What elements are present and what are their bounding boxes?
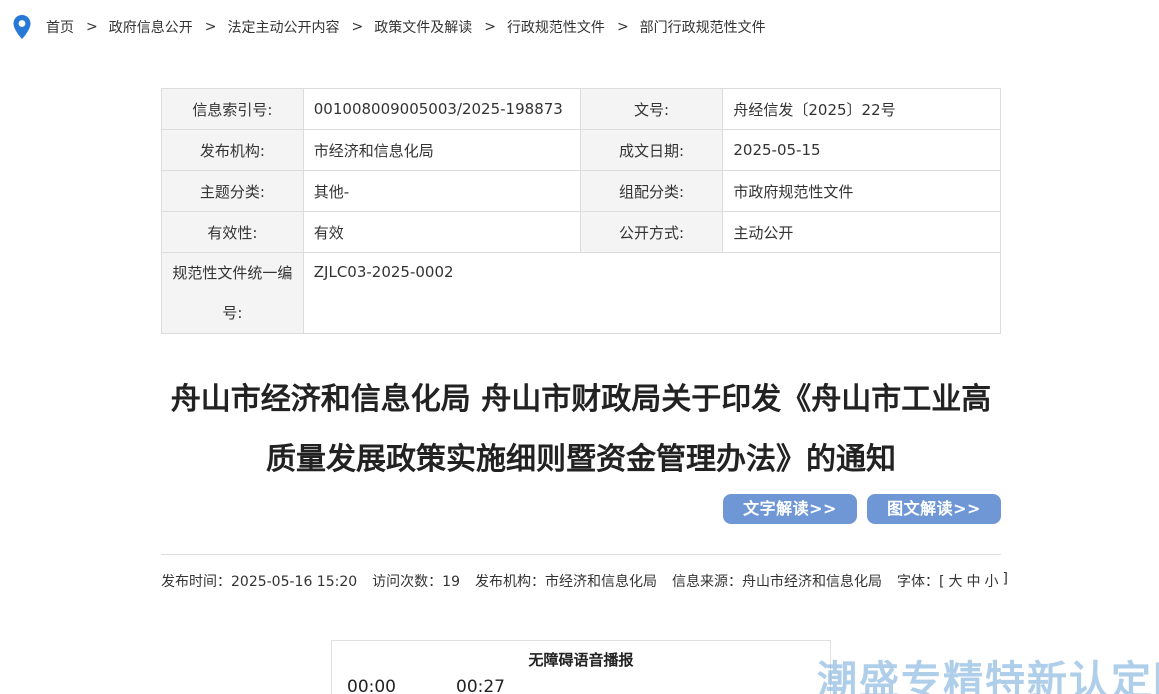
org-label: 发布机构: xyxy=(161,129,304,171)
breadcrumb-separator: > xyxy=(484,19,496,35)
audio-player: 无障碍语音播报 00:00 00:27 xyxy=(331,640,831,694)
date-label: 成文日期: xyxy=(579,129,724,171)
publish-info-bar: 发布时间：2025-05-16 15:20 访问次数：19 发布机构：市经济和信… xyxy=(161,571,1008,591)
text-interpretation-button[interactable]: 文字解读>> xyxy=(723,494,857,524)
page: 首页 > 政府信息公开 > 法定主动公开内容 > 政策文件及解读 > 行政规范性… xyxy=(0,0,1159,694)
breadcrumb-home[interactable]: 首页 xyxy=(46,17,74,37)
visit-count: 访问次数：19 xyxy=(372,574,460,590)
title-line-1: 舟山市经济和信息化局 舟山市财政局关于印发《舟山市工业高 xyxy=(170,382,992,417)
breadcrumb: 首页 > 政府信息公开 > 法定主动公开内容 > 政策文件及解读 > 行政规范性… xyxy=(12,14,766,40)
title-line-2: 质量发展政策实施细则暨资金管理办法》的通知 xyxy=(266,442,896,477)
audio-current-time: 00:00 xyxy=(347,677,396,694)
table-row: 发布机构: 市经济和信息化局 成文日期: 2025-05-15 xyxy=(161,129,1001,171)
disclose-label: 公开方式: xyxy=(579,211,724,253)
table-row: 信息索引号: 001008009005003/2025-198873 文号: 舟… xyxy=(161,88,1001,130)
validity-value: 有效 xyxy=(302,211,581,253)
org-value: 市经济和信息化局 xyxy=(302,129,581,171)
code-label: 规范性文件统一编号: xyxy=(161,252,304,334)
document-info-table: 信息索引号: 001008009005003/2025-198873 文号: 舟… xyxy=(161,88,1002,334)
breadcrumb-gov-info[interactable]: 政府信息公开 xyxy=(109,17,193,37)
location-pin-icon xyxy=(13,15,31,39)
validity-label: 有效性: xyxy=(161,211,304,253)
breadcrumb-separator: > xyxy=(204,19,217,35)
audio-total-time: 00:27 xyxy=(456,677,505,694)
page-title: 舟山市经济和信息化局 舟山市财政局关于印发《舟山市工业高 质量发展政策实施细则暨… xyxy=(161,370,1001,490)
font-size-label: 字体：[ xyxy=(897,574,945,590)
graphic-interpretation-button[interactable]: 图文解读>> xyxy=(867,494,1001,524)
date-value: 2025-05-15 xyxy=(722,129,1001,171)
disclose-value: 主动公开 xyxy=(722,211,1001,253)
group-label: 组配分类: xyxy=(579,170,724,212)
divider xyxy=(161,554,1001,555)
breadcrumb-policy[interactable]: 政策文件及解读 xyxy=(374,17,472,37)
breadcrumb-normative[interactable]: 行政规范性文件 xyxy=(507,17,605,37)
publish-time: 发布时间：2025-05-16 15:20 xyxy=(161,574,358,590)
index-value: 001008009005003/2025-198873 xyxy=(302,88,581,130)
table-row: 主题分类: 其他- 组配分类: 市政府规范性文件 xyxy=(161,170,1001,212)
watermark: 潮盛专精特新认定网 xyxy=(817,658,1159,694)
font-size-close-bracket: ] xyxy=(1002,571,1008,587)
font-size-medium[interactable]: 中 xyxy=(966,571,980,591)
docno-value: 舟经信发〔2025〕22号 xyxy=(722,88,1001,130)
breadcrumb-statutory[interactable]: 法定主动公开内容 xyxy=(227,17,339,37)
publish-org: 发布机构：市经济和信息化局 xyxy=(475,574,657,590)
table-row: 有效性: 有效 公开方式: 主动公开 xyxy=(161,211,1001,253)
index-label: 信息索引号: xyxy=(161,88,304,130)
font-size-small[interactable]: 小 xyxy=(984,571,998,591)
breadcrumb-dept-normative[interactable]: 部门行政规范性文件 xyxy=(640,17,766,37)
table-row: 规范性文件统一编号: ZJLC03-2025-0002 xyxy=(161,252,1002,334)
info-source: 信息来源：舟山市经济和信息化局 xyxy=(672,574,882,590)
breadcrumb-separator: > xyxy=(86,19,98,35)
audio-title: 无障碍语音播报 xyxy=(528,651,634,669)
topic-value: 其他- xyxy=(302,170,581,212)
breadcrumb-separator: > xyxy=(351,19,364,35)
topic-label: 主题分类: xyxy=(161,170,304,212)
breadcrumb-separator: > xyxy=(616,19,629,35)
font-size-switcher: 字体：[ 大 中 小 ] xyxy=(897,571,1008,591)
group-value: 市政府规范性文件 xyxy=(722,170,1001,212)
font-size-large[interactable]: 大 xyxy=(948,571,962,591)
docno-label: 文号: xyxy=(579,88,724,130)
code-value: ZJLC03-2025-0002 xyxy=(302,252,1002,334)
